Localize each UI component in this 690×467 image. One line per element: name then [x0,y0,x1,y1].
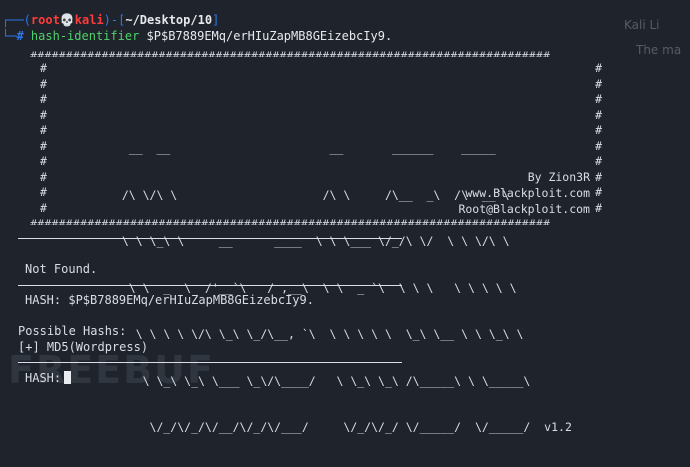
ascii-line: \ \_\ \_\ \___ \_\/\____/ \ \_\ \_\ /\__… [108,373,531,388]
command-line: └─# hash-identifier $P$B7889EMq/erHIuZap… [2,29,392,44]
ascii-line: \ \ \_\ \ __ ____ \ \ \___ \/_/\ \/ \ \ … [108,234,510,248]
hash-input-label: HASH: [25,371,62,385]
divider [18,238,402,239]
prompt-prefix: └─ [2,29,17,43]
skull-icon: 💀 [59,13,75,27]
banner-hash-row-top: ########################################… [30,49,551,57]
divider [18,285,402,286]
hash-input-line[interactable]: HASH: [25,371,72,386]
banner-mail: Root@Blackploit.com [458,202,590,216]
banner-site: www.Blackploit.com [465,186,590,200]
banner-right-edge: # # # # # # # # # # [595,61,602,215]
background-text-2: The ma [636,43,682,57]
result-text: Not Found. [25,262,98,276]
prompt-line: ┌──(root💀kali)-[~/Desktop/10] [2,13,219,28]
possible-hashes-title: Possible Hashs: [18,324,127,338]
hash-echo: HASH: $P$B7889EMq/erHIuZapMB8GEizebcIy9. [25,293,314,307]
possible-hash-item: [+] MD5(Wordpress) [18,340,149,354]
divider [18,362,402,363]
prompt-bracket-close: ] [212,13,220,27]
prompt-bracket: ┌──( [2,13,31,27]
ascii-line: \ \ \ \ \/\ \_\ \_/\__, `\ \ \ \ \ \ \_\… [108,327,524,341]
ascii-banner: ########################################… [30,45,610,434]
prompt-user: root [30,13,60,27]
ascii-line: __ __ __ ______ _____ [108,141,496,155]
background-text-1: Kali Li [624,18,660,32]
command-name: hash-identifier [30,29,140,43]
prompt-symbol: # [16,29,24,43]
command-argument: $P$B7889EMq/erHIuZapMB8GEizebcIy9. [146,29,393,43]
banner-left-edge: # # # # # # # # # # [40,61,47,215]
text-cursor[interactable] [64,371,72,384]
prompt-separator: )-[ [103,13,126,27]
terminal-window[interactable]: FREEBUF Kali Li The ma ┌──(root💀kali)-[~… [0,0,690,434]
banner-author: By Zion3R [527,170,590,184]
prompt-host: kali [74,13,104,27]
ascii-line: \/_/\/_/\/__/\/_/\/___/ \/_/\/_/ \/_____… [108,420,572,434]
prompt-path: ~/Desktop/10 [125,13,213,27]
